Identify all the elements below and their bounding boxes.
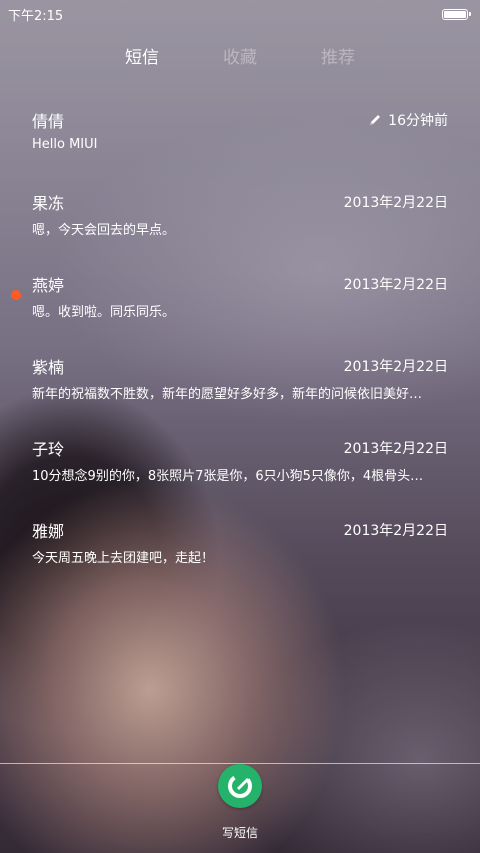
- contact-name: 果冻: [32, 194, 65, 213]
- contact-name: 紫楠: [32, 358, 65, 377]
- status-time: 下午2:15: [8, 8, 64, 24]
- message-item[interactable]: 紫楠 2013年2月22日 新年的祝福数不胜数，新年的愿望好多好多，新年的问候依…: [0, 342, 480, 424]
- message-date: 2013年2月22日: [343, 523, 448, 539]
- tab-favorites[interactable]: 收藏: [223, 40, 257, 76]
- message-list: 倩倩 16分钟前 Hello MIUI 果冻 2013年2月22日 嗯，今天会回…: [0, 96, 480, 588]
- contact-name: 燕婷: [32, 276, 65, 295]
- compose-icon: [228, 774, 252, 798]
- message-date: 2013年2月22日: [343, 441, 448, 457]
- message-date: 2013年2月22日: [343, 277, 448, 293]
- tab-bar: 短信 收藏 推荐: [0, 40, 480, 76]
- message-item[interactable]: 倩倩 16分钟前 Hello MIUI: [0, 96, 480, 178]
- message-preview: 嗯，今天会回去的早点。: [32, 223, 176, 238]
- unread-indicator: [11, 290, 21, 300]
- contact-name: 倩倩: [32, 112, 65, 131]
- message-item[interactable]: 子玲 2013年2月22日 10分想念9别的你，8张照片7张是你，6只小狗5只像…: [0, 424, 480, 506]
- message-item[interactable]: 果冻 2013年2月22日 嗯，今天会回去的早点。: [0, 178, 480, 260]
- status-bar: 下午2:15: [0, 0, 480, 28]
- contact-name: 雅娜: [32, 522, 65, 541]
- message-date-text: 16分钟前: [388, 113, 448, 129]
- message-preview: 今天周五晚上去团建吧，走起！: [32, 551, 215, 566]
- message-preview: 新年的祝福数不胜数，新年的愿望好多好多，新年的问候依旧美好…: [32, 387, 423, 402]
- tab-recommended[interactable]: 推荐: [321, 40, 355, 76]
- message-date: 16分钟前: [368, 110, 448, 130]
- message-preview: 嗯。收到啦。同乐同乐。: [32, 305, 176, 320]
- message-preview: Hello MIUI: [32, 137, 98, 152]
- message-item[interactable]: 燕婷 2013年2月22日 嗯。收到啦。同乐同乐。: [0, 260, 480, 342]
- contact-name: 子玲: [32, 440, 65, 459]
- battery-icon: [442, 8, 471, 20]
- compose-label: 写短信: [221, 826, 258, 840]
- tab-sms[interactable]: 短信: [125, 40, 159, 76]
- pencil-icon: [370, 115, 381, 125]
- message-date: 2013年2月22日: [343, 359, 448, 375]
- message-item[interactable]: 雅娜 2013年2月22日 今天周五晚上去团建吧，走起！: [0, 506, 480, 588]
- compose-button[interactable]: [218, 764, 262, 808]
- message-preview: 10分想念9别的你，8张照片7张是你，6只小狗5只像你，4根骨头…: [32, 469, 424, 484]
- message-date: 2013年2月22日: [343, 195, 448, 211]
